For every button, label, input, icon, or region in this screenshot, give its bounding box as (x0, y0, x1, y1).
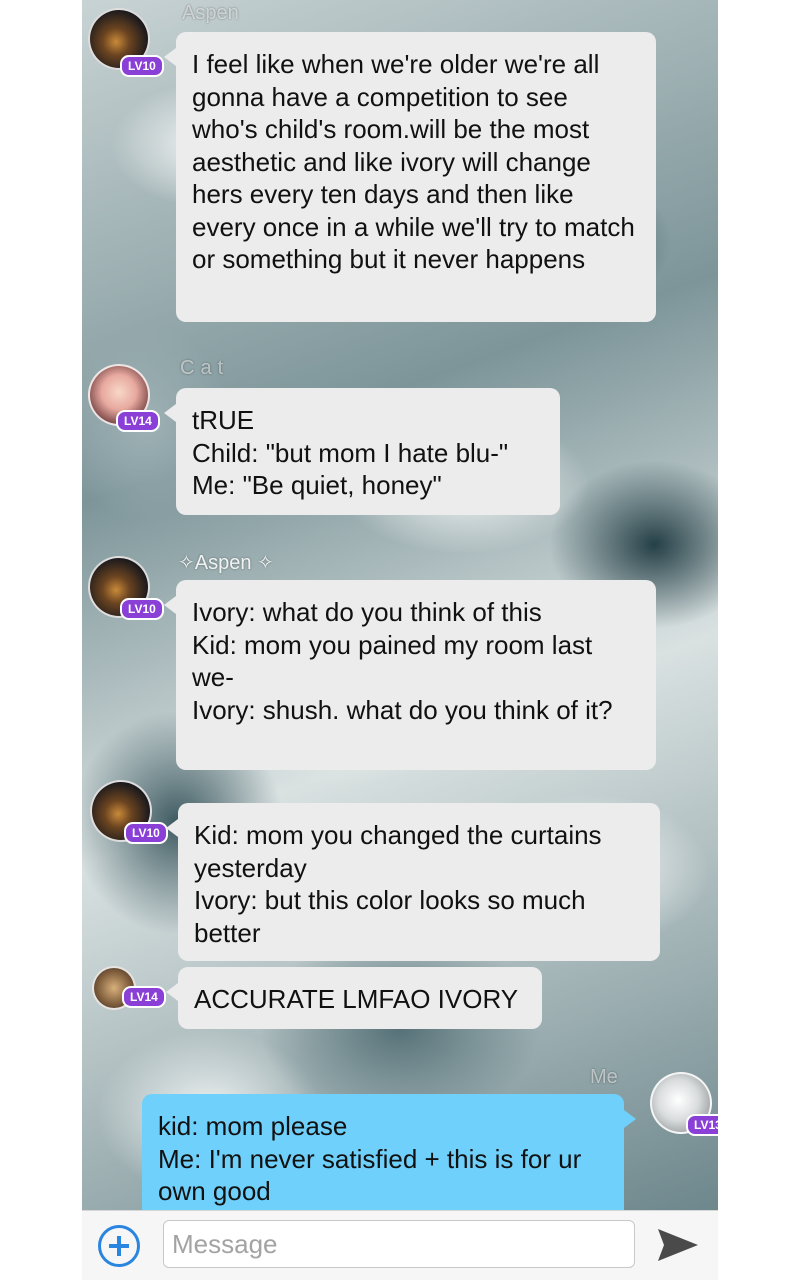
plus-circle-icon[interactable] (98, 1225, 140, 1267)
level-badge: LV10 (124, 822, 168, 844)
sender-name: ✧Aspen ✧ (178, 552, 274, 574)
level-badge: LV10 (120, 598, 164, 620)
chat-area[interactable]: Aspen LV10 I feel like when we're older … (82, 0, 718, 1210)
level-badge: LV13 (686, 1114, 718, 1136)
message-bubble[interactable]: Kid: mom you changed the curtains yester… (166, 803, 660, 961)
level-badge: LV10 (120, 55, 164, 77)
level-badge: LV14 (122, 986, 166, 1008)
message-bubble[interactable]: kid: mom please Me: I'm never satisfied … (142, 1094, 636, 1210)
sender-name: Cat (180, 357, 230, 379)
message-input[interactable] (163, 1220, 635, 1268)
send-arrow-icon[interactable] (656, 1227, 700, 1263)
level-badge: LV14 (116, 410, 160, 432)
message-bubble[interactable]: ACCURATE LMFAO IVORY (166, 967, 542, 1029)
sender-name: Me (590, 1066, 618, 1088)
sender-name: Aspen (182, 2, 239, 24)
message-compose-bar (82, 1210, 718, 1280)
message-bubble[interactable]: Ivory: what do you think of this Kid: mo… (164, 580, 656, 770)
message-bubble[interactable]: tRUE Child: "but mom I hate blu-" Me: "B… (164, 388, 560, 515)
message-bubble[interactable]: I feel like when we're older we're all g… (164, 32, 656, 322)
